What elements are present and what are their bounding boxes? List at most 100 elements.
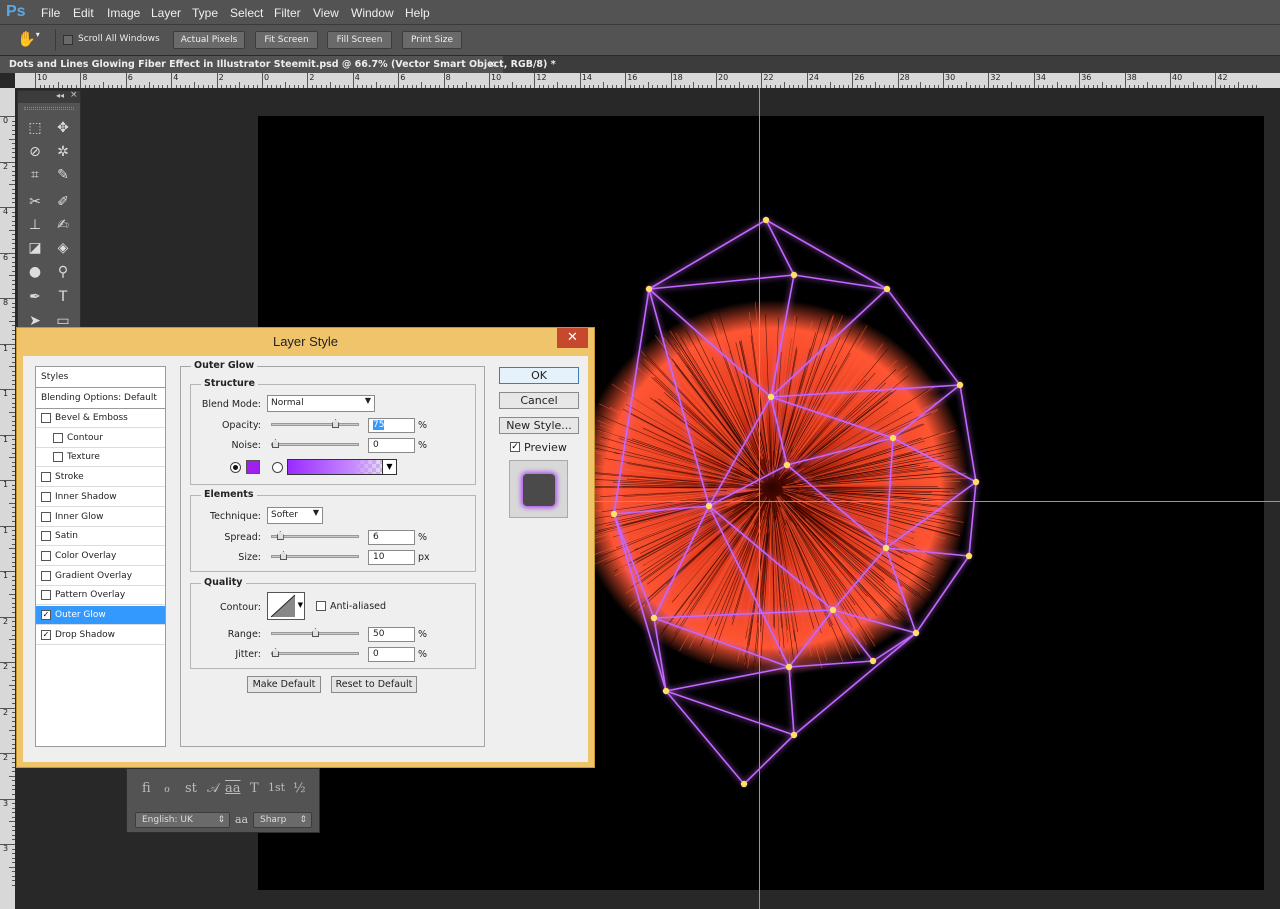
style-checkbox[interactable] [41, 570, 51, 581]
spread-slider-thumb[interactable] [276, 531, 284, 540]
menu-help[interactable]: Help [405, 6, 430, 20]
eraser-icon[interactable]: ◪ [24, 238, 46, 258]
style-checkbox[interactable]: ✓ [41, 610, 51, 620]
paint-bucket-icon[interactable]: ◈ [52, 238, 74, 258]
gradient-picker[interactable]: ▼ [287, 459, 397, 475]
scroll-all-windows-checkbox[interactable] [63, 35, 73, 45]
jitter-input[interactable]: 0 [368, 647, 415, 662]
style-item-color-overlay[interactable]: Color Overlay [36, 547, 165, 566]
size-slider-thumb[interactable] [280, 551, 287, 560]
contour-picker[interactable]: ▼ [267, 592, 305, 620]
noise-input[interactable]: 0 [368, 438, 415, 453]
spread-input[interactable]: 6 [368, 530, 415, 545]
document-tab[interactable]: Dots and Lines Glowing Fiber Effect in I… [0, 56, 556, 73]
style-checkbox[interactable] [41, 511, 51, 522]
style-checkbox[interactable] [41, 413, 51, 423]
fill-screen-button[interactable]: Fill Screen [327, 31, 392, 49]
vertical-ruler[interactable]: 0 2 4 6 8 1 1 1 1 1 1 2 2 2 2 3 3 [0, 88, 15, 909]
magic-wand-icon[interactable]: ✲ [52, 142, 74, 162]
menu-layer[interactable]: Layer [151, 6, 181, 20]
menu-image[interactable]: Image [107, 6, 140, 20]
swash-glyph[interactable]: 𝒜 [207, 781, 219, 796]
anti-aliased-checkbox[interactable] [316, 601, 326, 611]
blend-mode-select[interactable]: Normal ▼ [267, 395, 375, 412]
horizontal-guide[interactable] [595, 501, 1280, 502]
range-slider[interactable] [271, 628, 359, 637]
type-tool-icon[interactable]: T [52, 287, 74, 307]
move-tool-icon[interactable]: ✥ [52, 118, 74, 138]
clone-stamp-icon[interactable]: ⊥ [24, 215, 46, 235]
jitter-slider-thumb[interactable] [272, 648, 279, 657]
menu-filter[interactable]: Filter [274, 6, 301, 20]
gradient-radio[interactable] [272, 462, 283, 473]
new-style-button[interactable]: New Style... [499, 417, 579, 434]
horizontal-ruler[interactable]: 10 8 6 4 2 0 2 4 6 8 10 12 14 16 18 20 22 24 26 28 30 32 34 36 3… [15, 73, 1280, 88]
noise-slider-thumb[interactable] [272, 439, 279, 448]
style-item-texture[interactable]: Texture [36, 448, 165, 468]
spread-slider[interactable] [271, 531, 359, 540]
style-checkbox[interactable] [41, 590, 51, 601]
dialog-title[interactable]: Layer Style [17, 328, 594, 356]
range-slider-thumb[interactable] [312, 628, 319, 637]
cancel-button[interactable]: Cancel [499, 392, 579, 409]
titling-glyph[interactable]: aa [225, 781, 241, 796]
style-checkbox[interactable] [53, 432, 63, 443]
style-item-bevel-emboss[interactable]: Bevel & Emboss [36, 409, 165, 428]
print-size-button[interactable]: Print Size [402, 31, 462, 49]
style-checkbox[interactable] [41, 531, 51, 542]
style-checkbox[interactable] [41, 550, 51, 561]
style-checkbox[interactable] [41, 491, 51, 502]
hand-icon[interactable]: ✋▾ [17, 30, 49, 50]
history-brush-icon[interactable]: ✍ [52, 215, 74, 235]
language-select[interactable]: English: UK ⇕ [135, 812, 230, 828]
style-item-drop-shadow[interactable]: ✓ Drop Shadow [36, 626, 165, 645]
style-item-styles[interactable]: Styles [36, 367, 165, 388]
blur-tool-icon[interactable]: ● [24, 262, 46, 282]
healing-brush-icon[interactable]: ✂ [24, 192, 46, 212]
style-item-outer-glow[interactable]: ✓ Outer Glow [36, 606, 165, 625]
ligature-glyph[interactable]: fi [142, 781, 151, 796]
style-item-contour[interactable]: Contour [36, 429, 165, 448]
ordinal-glyph[interactable]: 1st [268, 781, 285, 794]
fit-screen-button[interactable]: Fit Screen [255, 31, 318, 49]
menu-edit[interactable]: Edit [73, 6, 94, 20]
style-item-stroke[interactable]: Stroke [36, 468, 165, 488]
opacity-slider[interactable] [271, 419, 359, 428]
range-input[interactable]: 50 [368, 627, 415, 642]
solid-color-radio[interactable] [230, 462, 241, 473]
vertical-guide[interactable] [759, 88, 760, 909]
preview-checkbox[interactable]: ✓ [510, 442, 520, 452]
opacity-input[interactable]: 75 [368, 418, 415, 433]
brush-tool-icon[interactable]: ✐ [52, 192, 74, 212]
contextual-glyph[interactable]: T [250, 781, 259, 796]
collapse-icon[interactable]: ◂◂ [56, 91, 64, 100]
style-item-inner-glow[interactable]: Inner Glow [36, 508, 165, 527]
marquee-tool-icon[interactable]: ⬚ [24, 118, 46, 138]
style-item-gradient-overlay[interactable]: Gradient Overlay [36, 567, 165, 586]
close-icon[interactable]: × [70, 90, 78, 100]
menu-select[interactable]: Select [230, 6, 263, 20]
style-item-pattern-overlay[interactable]: Pattern Overlay [36, 586, 165, 606]
ok-button[interactable]: OK [499, 367, 579, 384]
opacity-slider-thumb[interactable] [332, 419, 339, 428]
lasso-tool-icon[interactable]: ⊘ [24, 142, 46, 162]
noise-slider[interactable] [271, 439, 359, 448]
stylistic-st-glyph[interactable]: st [185, 781, 197, 796]
antialias-select[interactable]: Sharp ⇕ [253, 812, 312, 828]
menu-type[interactable]: Type [192, 6, 218, 20]
pen-tool-icon[interactable]: ✒ [24, 287, 46, 307]
eyedropper-icon[interactable]: ✎ [52, 165, 74, 185]
reset-to-default-button[interactable]: Reset to Default [331, 676, 417, 693]
close-tab-icon[interactable]: × [488, 56, 496, 73]
style-item-inner-shadow[interactable]: Inner Shadow [36, 488, 165, 507]
jitter-slider[interactable] [271, 648, 359, 657]
style-checkbox[interactable] [41, 472, 51, 483]
menu-window[interactable]: Window [351, 6, 394, 20]
make-default-button[interactable]: Make Default [247, 676, 321, 693]
style-checkbox[interactable] [53, 452, 63, 463]
discretionary-ligature-glyph[interactable]: ℴ [164, 781, 170, 796]
crop-tool-icon[interactable]: ⌗ [24, 165, 46, 185]
grip[interactable] [24, 107, 74, 110]
close-icon[interactable]: ✕ [557, 328, 588, 348]
fraction-glyph[interactable]: ½ [293, 781, 306, 796]
